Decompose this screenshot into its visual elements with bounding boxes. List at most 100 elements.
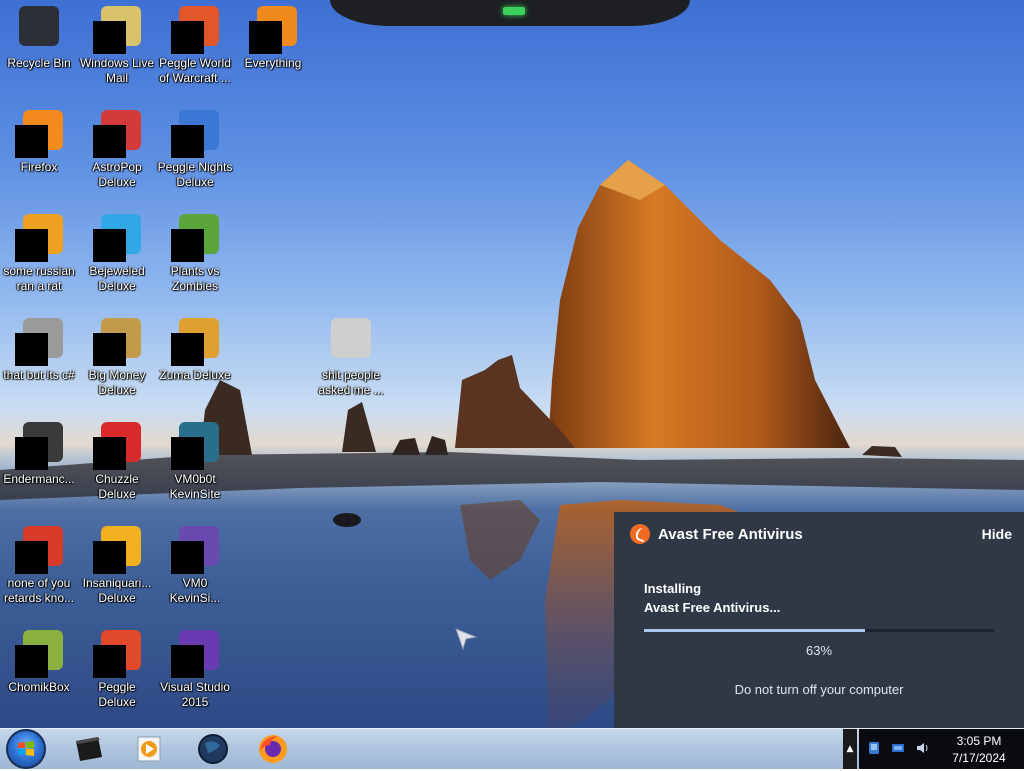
- clock-time[interactable]: 3:05 PM: [945, 734, 1013, 748]
- windows-logo-icon: [18, 741, 34, 756]
- chomikbox-icon: [15, 630, 63, 678]
- desktop-icon[interactable]: none of you retards kno...: [0, 520, 78, 616]
- desktop-icon[interactable]: Plants vs Zombies: [156, 208, 234, 304]
- desktop-icon-label: Chuzzle Deluxe: [95, 472, 139, 501]
- folder-icon: [327, 318, 375, 366]
- desktop-icon[interactable]: Insaniquari... Deluxe: [78, 520, 156, 616]
- desktop-icon[interactable]: Zuma Deluxe: [156, 312, 234, 408]
- desktop-icon[interactable]: shit people asked me ...: [312, 312, 390, 408]
- redaction-box: [15, 437, 48, 470]
- redaction-box: [15, 541, 48, 574]
- redaction-box: [93, 333, 126, 366]
- redaction-box: [93, 21, 126, 54]
- desktop-icon-label: that but its c#: [3, 368, 75, 382]
- vm-icon: [171, 422, 219, 470]
- desktop-icon-label: Firefox: [20, 160, 58, 174]
- notch-indicator-icon: [503, 7, 525, 15]
- hide-button[interactable]: Hide: [982, 526, 1012, 542]
- show-hidden-icons-button[interactable]: ▲: [843, 729, 857, 769]
- icon-image: [19, 6, 59, 46]
- desktop-icon[interactable]: Bejeweled Deluxe: [78, 208, 156, 304]
- redaction-box: [171, 333, 204, 366]
- firefox-icon: [259, 735, 287, 763]
- pvz-icon: [171, 214, 219, 262]
- desktop-icon[interactable]: VM0b0t KevinSite: [156, 416, 234, 512]
- redaction-box: [171, 125, 204, 158]
- desktop-icon[interactable]: Chuzzle Deluxe: [78, 416, 156, 512]
- redaction-box: [15, 229, 48, 262]
- money-bag-icon: [93, 318, 141, 366]
- taskbar-item-firefox[interactable]: [248, 731, 298, 767]
- chuzzle-icon: [93, 422, 141, 470]
- power-warning: Do not turn off your computer: [734, 682, 904, 697]
- desktop-icon[interactable]: Peggle World of Warcraft ...: [156, 0, 234, 96]
- redaction-box: [15, 125, 48, 158]
- desktop-icon-label: Endermanc...: [3, 472, 75, 486]
- desktop-icon-label: some russian ran a rat: [3, 264, 75, 293]
- install-status-line2: Avast Free Antivirus...: [644, 600, 781, 615]
- redaction-box: [93, 125, 126, 158]
- desktop-icon[interactable]: ChomikBox: [0, 624, 78, 720]
- desktop-icon-label: Visual Studio 2015: [160, 680, 230, 709]
- peggle-icon: [15, 526, 63, 574]
- start-button[interactable]: [6, 729, 46, 769]
- desktop-icon[interactable]: Big Money Deluxe: [78, 312, 156, 408]
- network-icon[interactable]: [891, 741, 905, 755]
- peggle-nights-icon: [171, 110, 219, 158]
- desktop-icon[interactable]: Firefox: [0, 104, 78, 200]
- taskbar-item-globe[interactable]: [188, 731, 238, 767]
- bejeweled-icon: [93, 214, 141, 262]
- desktop-icon[interactable]: Peggle Deluxe: [78, 624, 156, 720]
- desktop-icon-label: Big Money Deluxe: [88, 368, 146, 397]
- redaction-box: [93, 229, 126, 262]
- taskbar-item-media-player[interactable]: [124, 731, 174, 767]
- popup-title: Avast Free Antivirus: [658, 526, 803, 543]
- icon-image: [331, 318, 371, 358]
- progress-fill: [644, 629, 865, 632]
- peggle-icon: [93, 630, 141, 678]
- avast-install-popup: Avast Free Antivirus Hide Installing Ava…: [614, 512, 1024, 728]
- redaction-box: [171, 437, 204, 470]
- desktop-icon-label: shit people asked me ...: [318, 368, 384, 397]
- visual-studio-icon: [171, 630, 219, 678]
- volume-icon[interactable]: [915, 741, 929, 755]
- firefox-icon: [15, 110, 63, 158]
- desktop-icon-label: VM0 KevinSi...: [169, 576, 221, 605]
- desktop-icon[interactable]: VM0 KevinSi...: [156, 520, 234, 616]
- desktop-icon[interactable]: Recycle Bin: [0, 0, 78, 96]
- desktop-icon-label: Bejeweled Deluxe: [89, 264, 145, 293]
- redaction-box: [15, 645, 48, 678]
- device-tray-icon[interactable]: [867, 741, 881, 755]
- redaction-box: [93, 541, 126, 574]
- desktop-icon[interactable]: some russian ran a rat: [0, 208, 78, 304]
- media-player-icon: [137, 736, 161, 762]
- desktop-icon[interactable]: Endermanc...: [0, 416, 78, 512]
- mouse-pointer-icon: [455, 628, 478, 651]
- redaction-box: [93, 437, 126, 470]
- redaction-box: [171, 541, 204, 574]
- desktop-icon[interactable]: Visual Studio 2015: [156, 624, 234, 720]
- desktop-icon[interactable]: Windows Live Mail: [78, 0, 156, 96]
- app-icon: [15, 422, 63, 470]
- system-tray: 3:05 PM 7/17/2024: [859, 729, 1024, 769]
- avast-logo-icon: [630, 524, 650, 544]
- desktop-icon-label: Everything: [244, 56, 302, 70]
- desktop-icon-label: Peggle Nights Deluxe: [157, 160, 233, 189]
- install-status-line1: Installing: [644, 581, 702, 596]
- clock-date[interactable]: 7/17/2024: [945, 751, 1013, 765]
- desktop-icon-label: Recycle Bin: [7, 56, 71, 70]
- desktop-icon-label: Plants vs Zombies: [170, 264, 220, 293]
- insaniquarium-icon: [93, 526, 141, 574]
- desktop-icon-label: Peggle Deluxe: [98, 680, 136, 709]
- taskbar-item-app1[interactable]: [64, 731, 114, 767]
- redaction-box: [171, 21, 204, 54]
- taskbar: ▲ 3:05 PM 7/17/2024: [0, 728, 1024, 769]
- desktop-icon[interactable]: AstroPop Deluxe: [78, 104, 156, 200]
- desktop-icon-label: VM0b0t KevinSite: [169, 472, 221, 501]
- desktop-icon[interactable]: that but its c#: [0, 312, 78, 408]
- desktop-icon-label: ChomikBox: [8, 680, 70, 694]
- desktop-icon-label: Zuma Deluxe: [159, 368, 231, 382]
- desktop-icon[interactable]: Everything: [234, 0, 312, 96]
- desktop-icon[interactable]: Peggle Nights Deluxe: [156, 104, 234, 200]
- redaction-box: [93, 645, 126, 678]
